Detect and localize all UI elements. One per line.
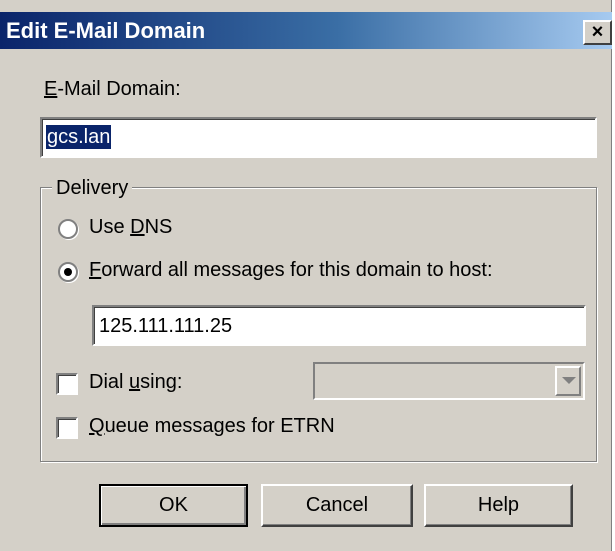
- close-icon: ×: [591, 21, 604, 43]
- dial-using-dropdown[interactable]: [313, 362, 585, 400]
- dial-using-label[interactable]: Dial using:: [89, 371, 182, 394]
- close-button[interactable]: ×: [583, 20, 612, 45]
- use-dns-label[interactable]: Use DNS: [89, 216, 172, 239]
- email-domain-value: gcs.lan: [46, 125, 112, 149]
- edit-email-domain-dialog: Edit E-Mail Domain × E-Mail Domain: gcs.…: [0, 0, 612, 551]
- delivery-group-label: Delivery: [52, 177, 133, 200]
- cancel-button[interactable]: Cancel: [261, 484, 413, 527]
- email-domain-label: E-Mail Domain:: [44, 78, 181, 100]
- help-button[interactable]: Help: [424, 484, 573, 527]
- title-bar[interactable]: Edit E-Mail Domain ×: [0, 12, 612, 49]
- queue-etrn-label[interactable]: Queue messages for ETRN: [89, 415, 335, 438]
- use-dns-radio[interactable]: [58, 219, 78, 239]
- email-domain-input[interactable]: gcs.lan: [40, 117, 597, 158]
- chevron-down-icon: [562, 377, 576, 384]
- dial-using-checkbox[interactable]: [56, 373, 78, 395]
- forward-radio[interactable]: [58, 262, 78, 282]
- forward-label[interactable]: Forward all messages for this domain to …: [89, 259, 493, 282]
- forward-host-input[interactable]: 125.111.111.25: [92, 305, 586, 346]
- radio-selected-dot-icon: [64, 268, 72, 276]
- dropdown-button[interactable]: [555, 366, 581, 396]
- queue-etrn-checkbox[interactable]: [56, 417, 78, 439]
- forward-host-value: 125.111.111.25: [99, 315, 233, 337]
- window-title: Edit E-Mail Domain: [6, 18, 206, 43]
- ok-button[interactable]: OK: [99, 484, 248, 527]
